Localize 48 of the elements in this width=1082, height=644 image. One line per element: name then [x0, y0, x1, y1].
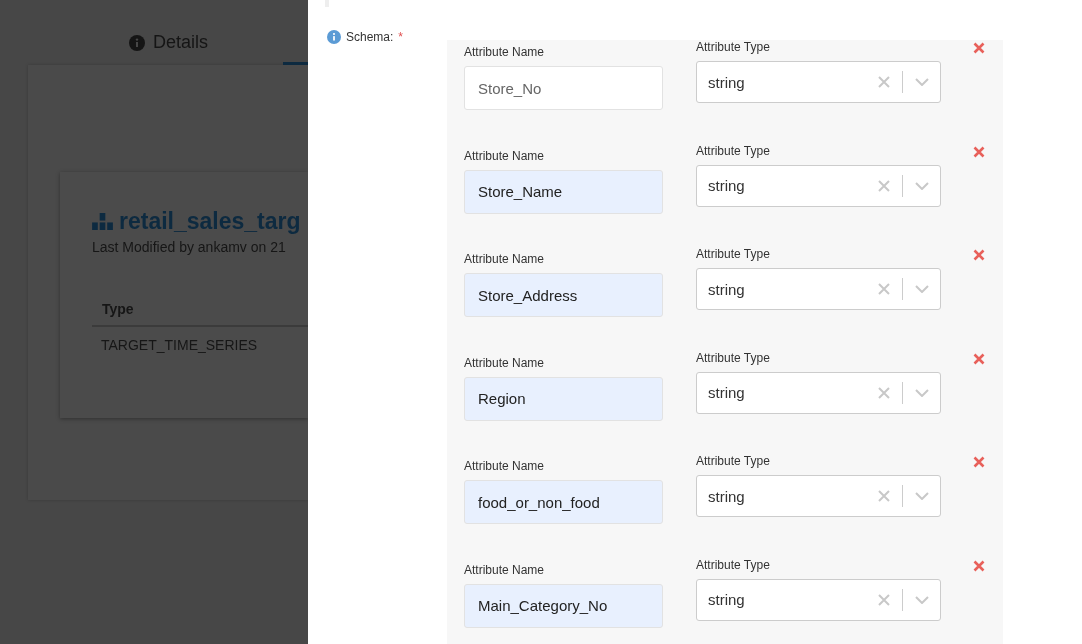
- attribute-type-select[interactable]: string: [696, 61, 941, 103]
- chevron-down-icon[interactable]: [915, 595, 929, 604]
- boxes-icon: [92, 213, 113, 230]
- attribute-type-select[interactable]: string: [696, 164, 941, 207]
- clear-icon[interactable]: [878, 179, 890, 192]
- chevron-down-icon[interactable]: [915, 285, 929, 293]
- field-label: Attribute Name: [464, 562, 546, 577]
- field-label: Attribute Type: [696, 247, 771, 261]
- close-icon[interactable]: [973, 456, 985, 468]
- attribute-name-field[interactable]: Region: [464, 376, 663, 421]
- chevron-down-icon[interactable]: [915, 492, 929, 500]
- field-label: Attribute Type: [696, 143, 771, 158]
- chevron-down-icon[interactable]: [915, 78, 929, 86]
- field-label: Attribute Type: [696, 454, 771, 468]
- clear-icon[interactable]: [878, 386, 890, 399]
- field-label: Attribute Name: [464, 252, 546, 266]
- clear-icon[interactable]: [878, 593, 890, 606]
- clear-icon[interactable]: [878, 283, 890, 295]
- field-label: Attribute Type: [696, 557, 771, 572]
- attribute-name-field[interactable]: Store_Address: [464, 273, 663, 317]
- close-icon[interactable]: [973, 352, 985, 365]
- info-icon: [327, 30, 341, 44]
- chevron-down-icon[interactable]: [915, 388, 929, 397]
- field-label: Attribute Type: [696, 40, 771, 54]
- field-label: Attribute Name: [464, 355, 546, 370]
- attribute-name-field[interactable]: Store_Name: [464, 169, 663, 214]
- clear-icon[interactable]: [878, 490, 890, 502]
- attribute-type-select[interactable]: string: [696, 578, 941, 621]
- attribute-name-field[interactable]: Store_No: [464, 66, 663, 110]
- close-icon[interactable]: [973, 42, 985, 54]
- dataset-title: retail_sales_targ: [119, 208, 301, 235]
- attribute-type-select[interactable]: string: [696, 475, 941, 517]
- attribute-type-select[interactable]: string: [696, 371, 941, 414]
- field-label: Attribute Name: [464, 148, 546, 163]
- attribute-type-select[interactable]: string: [696, 268, 941, 310]
- field-label: Attribute Name: [464, 45, 546, 59]
- schema-label: Schema:: [346, 30, 394, 44]
- field-label: Attribute Name: [464, 459, 546, 473]
- field-label: Attribute Type: [696, 350, 771, 365]
- close-icon[interactable]: [973, 559, 985, 572]
- clear-icon[interactable]: [878, 76, 890, 88]
- close-icon[interactable]: [973, 249, 985, 261]
- chevron-down-icon[interactable]: [915, 181, 929, 190]
- attribute-name-field[interactable]: Main_Category_No: [464, 583, 663, 628]
- close-icon[interactable]: [973, 145, 985, 158]
- info-icon: [128, 34, 145, 51]
- required-mark: *: [398, 30, 404, 44]
- attribute-name-field[interactable]: food_or_non_food: [464, 480, 663, 524]
